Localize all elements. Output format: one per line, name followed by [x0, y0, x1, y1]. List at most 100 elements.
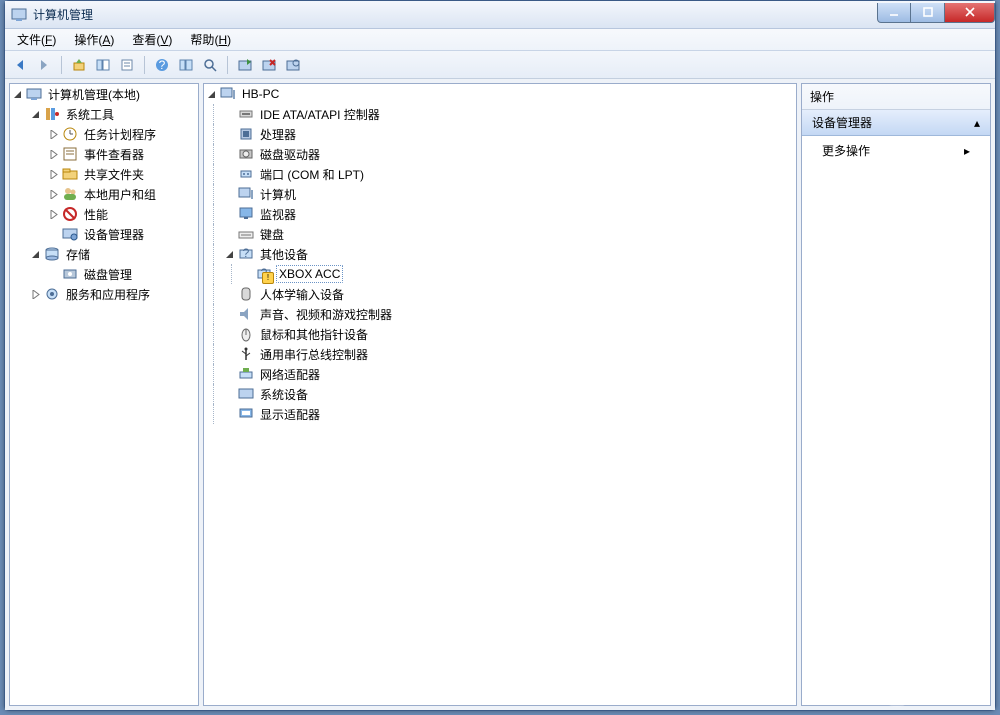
forward-button[interactable]: [33, 54, 55, 76]
expander-open-icon[interactable]: [28, 247, 42, 261]
help-button[interactable]: ?: [151, 54, 173, 76]
tree-item-label: IDE ATA/ATAPI 控制器: [258, 105, 382, 124]
tree-item-label: 服务和应用程序: [64, 285, 152, 304]
expander-open-icon[interactable]: [10, 87, 24, 101]
app-icon: [11, 7, 27, 23]
tree-item[interactable]: 端口 (COM 和 LPT): [204, 164, 796, 184]
expander-spacer: [222, 167, 236, 181]
close-button[interactable]: [945, 3, 995, 23]
console-button[interactable]: [175, 54, 197, 76]
expander-closed-icon[interactable]: [46, 167, 60, 181]
tree-item[interactable]: 事件查看器: [10, 144, 198, 164]
event-icon: [62, 146, 78, 162]
titlebar[interactable]: 计算机管理: [5, 1, 995, 29]
refresh-button[interactable]: [234, 54, 256, 76]
client-area: 计算机管理(本地)系统工具任务计划程序事件查看器共享文件夹本地用户和组性能设备管…: [5, 79, 995, 710]
collapse-icon[interactable]: ▴: [974, 116, 980, 130]
keyboard-icon: [238, 226, 254, 242]
expander-spacer: [222, 407, 236, 421]
tree-item[interactable]: 本地用户和组: [10, 184, 198, 204]
tree-item[interactable]: 计算机管理(本地): [10, 84, 198, 104]
tree-item[interactable]: 声音、视频和游戏控制器: [204, 304, 796, 324]
toolbar-sep: [144, 56, 145, 74]
tree-item[interactable]: 监视器: [204, 204, 796, 224]
maximize-button[interactable]: [911, 3, 945, 23]
result-pane[interactable]: HB-PCIDE ATA/ATAPI 控制器处理器磁盘驱动器端口 (COM 和 …: [203, 83, 797, 706]
usb-icon: [238, 346, 254, 362]
tree-item[interactable]: IDE ATA/ATAPI 控制器: [204, 104, 796, 124]
expander-open-icon[interactable]: [222, 247, 236, 261]
action-selection[interactable]: 设备管理器 ▴: [802, 110, 990, 136]
expander-closed-icon[interactable]: [46, 187, 60, 201]
expander-closed-icon[interactable]: [46, 147, 60, 161]
tree-item[interactable]: HB-PC: [204, 84, 796, 104]
tree-item[interactable]: 性能: [10, 204, 198, 224]
cpu-icon: [238, 126, 254, 142]
properties-button[interactable]: [116, 54, 138, 76]
scan-button[interactable]: [282, 54, 304, 76]
monitor-icon: [238, 206, 254, 222]
expander-spacer: [222, 287, 236, 301]
expander-closed-icon[interactable]: [46, 127, 60, 141]
tree-item-label: 鼠标和其他指针设备: [258, 325, 370, 344]
tree-item[interactable]: 系统工具: [10, 104, 198, 124]
tree-item[interactable]: 通用串行总线控制器: [204, 344, 796, 364]
tree-item[interactable]: 磁盘管理: [10, 264, 198, 284]
expander-open-icon[interactable]: [28, 107, 42, 121]
tree-item[interactable]: 计算机: [204, 184, 796, 204]
expander-spacer: [222, 347, 236, 361]
device-tree[interactable]: HB-PCIDE ATA/ATAPI 控制器处理器磁盘驱动器端口 (COM 和 …: [204, 84, 796, 424]
action-more-label: 更多操作: [822, 142, 870, 159]
computer-icon: [220, 86, 236, 102]
up-button[interactable]: [68, 54, 90, 76]
tree-item-label: 通用串行总线控制器: [258, 345, 370, 364]
perf-icon: [62, 206, 78, 222]
tree-item[interactable]: ?其他设备: [204, 244, 796, 264]
expander-open-icon[interactable]: [204, 87, 218, 101]
window-buttons: [877, 3, 995, 23]
tree-item-label: 人体学输入设备: [258, 285, 346, 304]
tree-item[interactable]: 服务和应用程序: [10, 284, 198, 304]
device-mgr-icon: [62, 226, 78, 242]
menu-file[interactable]: 文件(F): [9, 29, 64, 50]
showhide-button[interactable]: [92, 54, 114, 76]
tree-item-label: 端口 (COM 和 LPT): [258, 165, 366, 184]
tree-item[interactable]: 处理器: [204, 124, 796, 144]
tree-item-label: 存储: [64, 245, 92, 264]
port-icon: [238, 166, 254, 182]
scope-tree[interactable]: 计算机管理(本地)系统工具任务计划程序事件查看器共享文件夹本地用户和组性能设备管…: [10, 84, 198, 304]
other-icon: ?: [238, 246, 254, 262]
menu-help[interactable]: 帮助(H): [182, 29, 239, 50]
scope-pane[interactable]: 计算机管理(本地)系统工具任务计划程序事件查看器共享文件夹本地用户和组性能设备管…: [9, 83, 199, 706]
storage-icon: [44, 246, 60, 262]
tree-item[interactable]: 任务计划程序: [10, 124, 198, 144]
tree-item[interactable]: 设备管理器: [10, 224, 198, 244]
tree-item[interactable]: 磁盘驱动器: [204, 144, 796, 164]
expander-closed-icon[interactable]: [46, 207, 60, 221]
menu-view[interactable]: 查看(V): [124, 29, 180, 50]
expander-spacer: [222, 107, 236, 121]
expander-closed-icon[interactable]: [28, 287, 42, 301]
hid-icon: [238, 286, 254, 302]
tree-item[interactable]: 鼠标和其他指针设备: [204, 324, 796, 344]
back-button[interactable]: [9, 54, 31, 76]
tree-item-label: 监视器: [258, 205, 298, 224]
action-more[interactable]: 更多操作 ▸: [802, 136, 990, 165]
menu-action[interactable]: 操作(A): [66, 29, 122, 50]
tree-item[interactable]: 系统设备: [204, 384, 796, 404]
menubar: 文件(F) 操作(A) 查看(V) 帮助(H): [5, 29, 995, 51]
tree-item[interactable]: ?XBOX ACC: [204, 264, 796, 284]
chevron-right-icon: ▸: [964, 144, 970, 158]
minimize-button[interactable]: [877, 3, 911, 23]
svg-text:?: ?: [159, 58, 166, 72]
find-button[interactable]: [199, 54, 221, 76]
tree-item[interactable]: 键盘: [204, 224, 796, 244]
tree-item[interactable]: 网络适配器: [204, 364, 796, 384]
tree-item[interactable]: 显示适配器: [204, 404, 796, 424]
tree-item[interactable]: 共享文件夹: [10, 164, 198, 184]
remove-button[interactable]: [258, 54, 280, 76]
tree-item[interactable]: 人体学输入设备: [204, 284, 796, 304]
expander-spacer: [240, 267, 254, 281]
tree-item[interactable]: 存储: [10, 244, 198, 264]
tree-item-label: 计算机: [258, 185, 298, 204]
